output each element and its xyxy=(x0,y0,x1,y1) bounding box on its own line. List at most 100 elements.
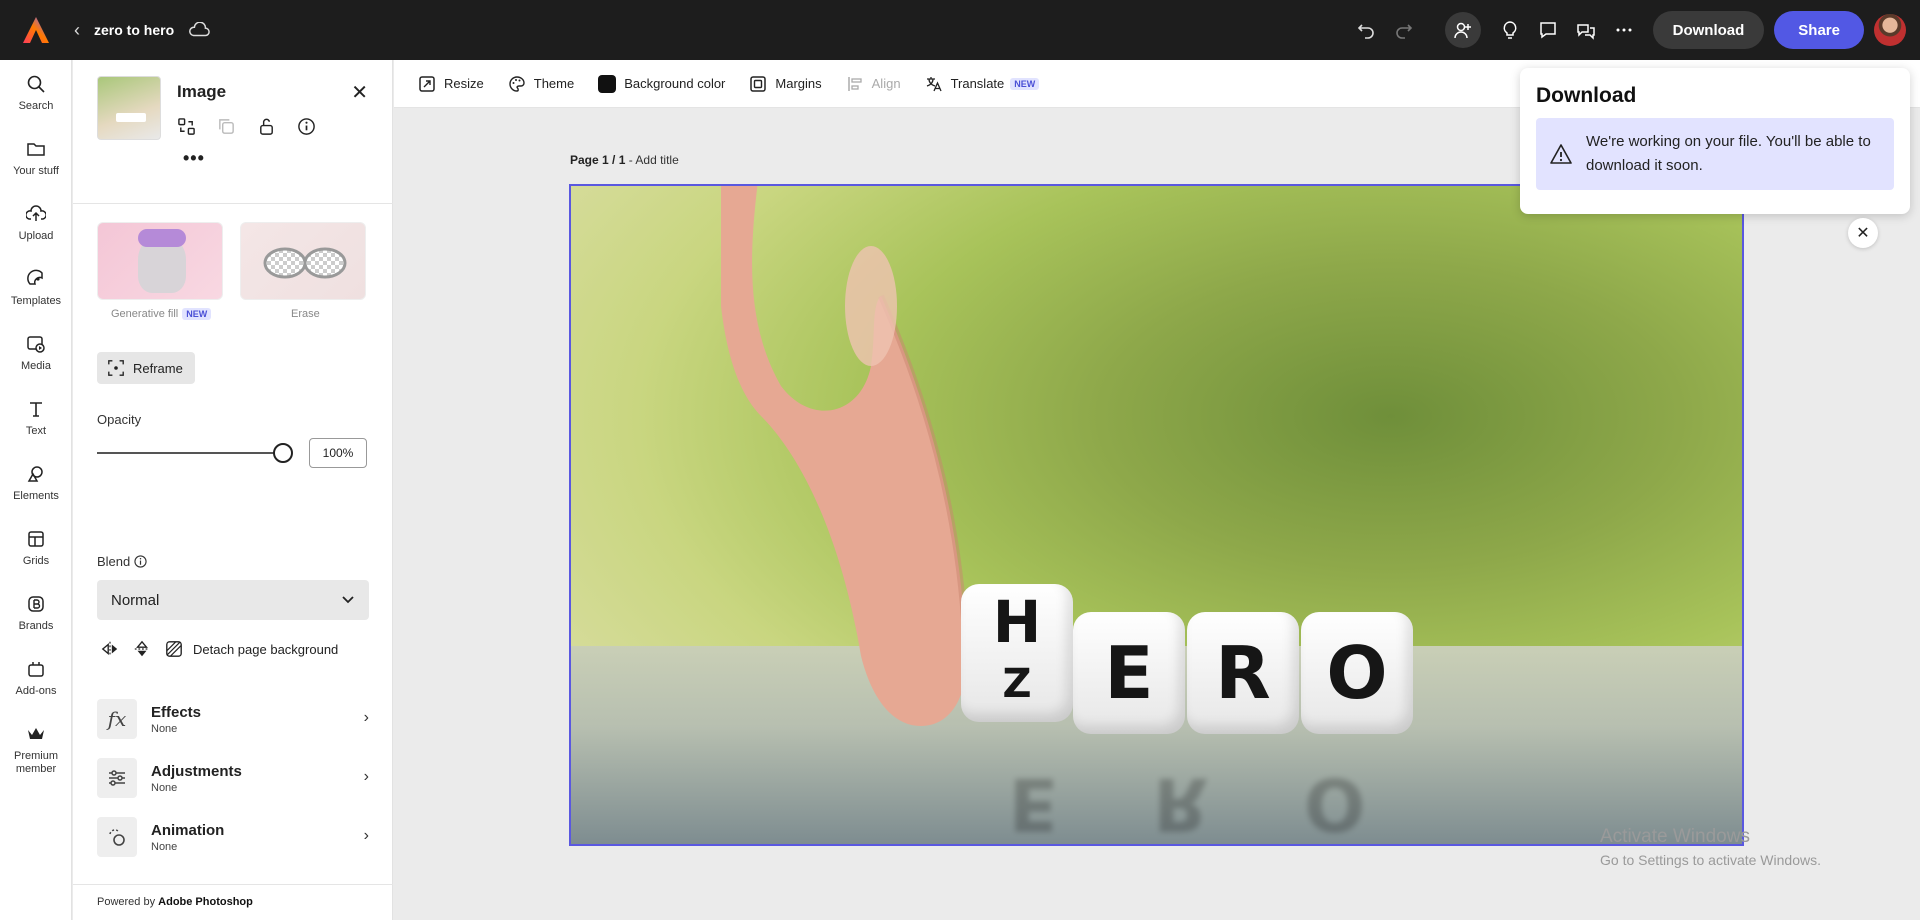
rail-item-text[interactable]: Text xyxy=(0,399,72,438)
rail-item-add-ons[interactable]: Add-ons xyxy=(0,659,72,698)
erase-label: Erase xyxy=(291,308,320,320)
close-icon[interactable]: ✕ xyxy=(351,80,368,105)
rail-item-label: Media xyxy=(21,360,51,372)
theme-button[interactable]: Theme xyxy=(508,75,574,93)
animation-section[interactable]: Animation None › xyxy=(97,815,369,859)
panel-title: Image xyxy=(177,82,227,101)
more-icon[interactable] xyxy=(1606,12,1642,48)
adobe-express-logo-icon[interactable] xyxy=(20,14,52,46)
lock-icon[interactable] xyxy=(257,114,297,138)
undo-icon[interactable] xyxy=(1348,12,1384,48)
margins-button[interactable]: Margins xyxy=(749,75,822,93)
glasses-preview-icon xyxy=(263,247,347,279)
divider xyxy=(73,884,393,885)
chevron-right-icon: › xyxy=(363,768,369,785)
new-badge: NEW xyxy=(1010,77,1040,90)
elements-icon xyxy=(27,466,43,482)
dice-e: E xyxy=(1073,612,1185,734)
finger-image xyxy=(721,186,969,726)
text-icon xyxy=(30,402,42,417)
invite-icon[interactable] xyxy=(1444,12,1481,48)
rail-item-upload[interactable]: Upload xyxy=(0,204,72,243)
media-icon xyxy=(27,336,45,353)
rail-item-premium[interactable]: Premium member xyxy=(0,724,72,776)
adjustments-section[interactable]: Adjustments None › xyxy=(97,756,369,800)
rail-item-label: Premium member xyxy=(13,750,58,775)
align-icon xyxy=(847,76,862,91)
fx-icon: fx xyxy=(97,699,137,739)
opacity-slider-track[interactable] xyxy=(97,452,283,454)
windows-activation-watermark: Activate Windows Go to Settings to activ… xyxy=(1600,826,1821,868)
back-chevron-icon[interactable]: ‹ xyxy=(74,20,80,41)
powered-by: Powered by Adobe Photoshop xyxy=(97,896,253,908)
canvas-artboard[interactable]: H Z E R O ERO xyxy=(569,184,1744,846)
detach-background-icon[interactable] xyxy=(165,640,183,658)
avatar[interactable] xyxy=(1874,14,1906,46)
review-icon[interactable] xyxy=(1568,12,1604,48)
color-swatch xyxy=(598,74,617,93)
dice-reflection: ERO xyxy=(1008,762,1366,846)
align-button[interactable]: Align xyxy=(846,75,901,93)
dice-o: O xyxy=(1301,612,1413,734)
share-button[interactable]: Share xyxy=(1774,11,1864,49)
resize-button[interactable]: Resize xyxy=(418,75,484,93)
top-bar: ‹ zero to hero Download Share xyxy=(0,0,1920,60)
download-notice: We're working on your file. You'll be ab… xyxy=(1536,118,1894,190)
add-title-link[interactable]: Add title xyxy=(635,153,678,167)
lightbulb-icon[interactable] xyxy=(1492,12,1528,48)
detach-page-background-button[interactable]: Detach page background xyxy=(193,642,338,657)
redo-icon[interactable] xyxy=(1386,12,1422,48)
chevron-down-icon xyxy=(342,596,354,604)
rail-item-grids[interactable]: Grids xyxy=(0,529,72,568)
flip-horizontal-icon[interactable] xyxy=(101,640,119,658)
download-popover: Download We're working on your file. You… xyxy=(1520,68,1910,214)
search-icon xyxy=(27,75,45,93)
upload-icon xyxy=(26,205,46,221)
document-title[interactable]: zero to hero xyxy=(94,22,174,38)
cloud-sync-icon[interactable] xyxy=(188,22,210,38)
addons-icon xyxy=(28,662,44,677)
opacity-input[interactable] xyxy=(309,438,367,468)
rail-item-search[interactable]: Search xyxy=(0,74,72,113)
blend-mode-select[interactable]: Normal xyxy=(97,580,369,620)
opacity-slider-handle[interactable] xyxy=(273,443,293,463)
translate-button[interactable]: Translate NEW xyxy=(925,75,1040,93)
new-badge: NEW xyxy=(182,308,212,320)
rail-item-label: Brands xyxy=(18,620,54,632)
warning-icon xyxy=(1550,144,1572,164)
palette-icon xyxy=(509,75,525,92)
close-icon[interactable]: ✕ xyxy=(1848,218,1878,248)
opacity-label: Opacity xyxy=(97,412,142,427)
rail-item-media[interactable]: Media xyxy=(0,334,72,373)
reframe-icon xyxy=(108,360,124,376)
flip-vertical-icon[interactable] xyxy=(133,640,151,658)
erase-card[interactable] xyxy=(240,222,366,300)
replace-image-icon[interactable] xyxy=(177,114,217,138)
folder-icon xyxy=(27,143,45,156)
chevron-right-icon: › xyxy=(363,827,369,844)
rail-item-label: Search xyxy=(18,100,54,112)
comment-icon[interactable] xyxy=(1530,12,1566,48)
rail-item-your-stuff[interactable]: Your stuff xyxy=(0,139,72,178)
info-icon[interactable] xyxy=(297,114,337,138)
image-properties-panel: Image ✕ ••• Generative fill NEW Erase Ref… xyxy=(73,60,393,920)
rail-item-templates[interactable]: Templates xyxy=(0,269,72,308)
duplicate-icon[interactable] xyxy=(217,114,257,138)
resize-icon xyxy=(419,75,435,92)
rail-item-brands[interactable]: Brands xyxy=(0,594,72,633)
translate-icon xyxy=(926,76,942,91)
reframe-button[interactable]: Reframe xyxy=(97,352,195,384)
popover-title: Download xyxy=(1536,84,1637,107)
brands-icon xyxy=(28,596,44,612)
generative-fill-card[interactable] xyxy=(97,222,223,300)
download-button[interactable]: Download xyxy=(1652,11,1765,49)
more-options-icon[interactable]: ••• xyxy=(183,148,205,169)
info-icon[interactable] xyxy=(134,555,147,568)
chevron-right-icon: › xyxy=(363,709,369,726)
background-color-button[interactable]: Background color xyxy=(598,74,725,93)
effects-section[interactable]: fx Effects None › xyxy=(97,697,369,741)
rail-item-label: Text xyxy=(25,425,47,437)
rail-item-label: Grids xyxy=(22,555,50,567)
divider xyxy=(73,203,393,204)
rail-item-elements[interactable]: Elements xyxy=(0,464,72,503)
